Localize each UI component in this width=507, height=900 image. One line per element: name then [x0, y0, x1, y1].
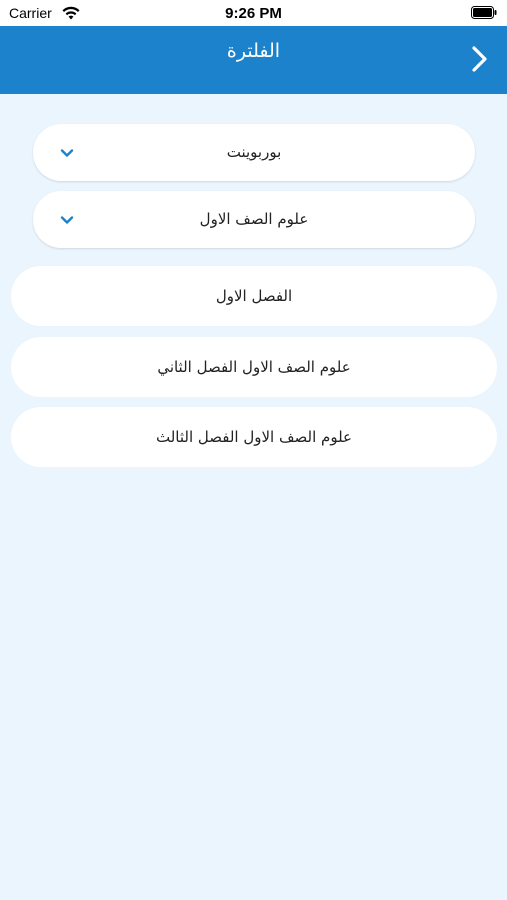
- list-item[interactable]: علوم الصف الاول الفصل الثاني: [11, 337, 497, 397]
- chevron-down-icon: [60, 149, 74, 157]
- chevron-down-icon: [60, 216, 74, 224]
- filter-dropdown-label: علوم الصف الاول: [199, 210, 309, 228]
- filter-dropdown-grade[interactable]: علوم الصف الاول: [33, 191, 475, 248]
- clock: 9:26 PM: [225, 5, 282, 22]
- battery-icon: [471, 6, 497, 19]
- filter-dropdown-label: بوربوينت: [226, 143, 282, 161]
- status-bar: Carrier 9:26 PM: [0, 0, 507, 26]
- chevron-right-icon[interactable]: [465, 44, 493, 74]
- list-item[interactable]: الفصل الاول: [11, 266, 497, 326]
- filter-dropdown-subject[interactable]: بوربوينت: [33, 124, 475, 181]
- list-item[interactable]: علوم الصف الاول الفصل الثالث: [11, 407, 497, 467]
- page-title: الفلترة: [226, 40, 281, 62]
- nav-header: الفلترة: [0, 26, 507, 94]
